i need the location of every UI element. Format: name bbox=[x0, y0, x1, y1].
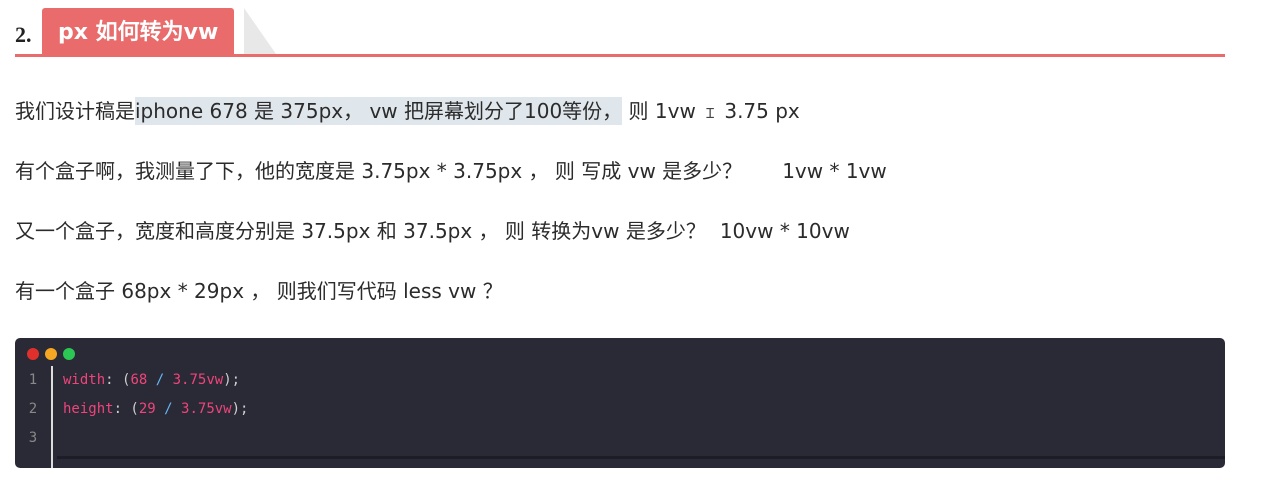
code-punct: : ( bbox=[113, 401, 139, 417]
p1-text-c: 3.75 px bbox=[717, 99, 800, 123]
line-number-gutter: 1 2 3 bbox=[15, 366, 53, 468]
p4-text: 有一个盒子 68px * 29px ， 则我们写代码 less vw ？ bbox=[15, 279, 503, 303]
p1-text-b: 则 1vw bbox=[622, 99, 703, 123]
paragraph-4: 有一个盒子 68px * 29px ， 则我们写代码 less vw ？ bbox=[15, 276, 503, 306]
p3-answer: 10vw * 10vw bbox=[719, 219, 850, 243]
window-controls bbox=[27, 345, 81, 364]
code-number: 29 bbox=[138, 401, 156, 417]
line-number: 2 bbox=[28, 401, 38, 417]
p3-text: 又一个盒子，宽度和高度分别是 37.5px 和 37.5px ， 则 转换为vw… bbox=[15, 219, 706, 243]
code-line-2: height: (29 / 3.75vw); bbox=[63, 395, 248, 424]
paragraph-3: 又一个盒子，宽度和高度分别是 37.5px 和 37.5px ， 则 转换为vw… bbox=[15, 216, 850, 246]
code-punct: : ( bbox=[105, 372, 131, 388]
code-number: 3.75vw bbox=[181, 401, 232, 417]
line-number: 1 bbox=[28, 372, 38, 388]
code-number: 68 bbox=[130, 372, 148, 388]
code-operator: / bbox=[147, 372, 173, 388]
code-line-1: width: (68 / 3.75vw); bbox=[63, 366, 248, 395]
p1-selection-highlight: iphone 678 是 375px， vw 把屏幕划分了100等份， bbox=[135, 97, 623, 125]
section-heading: 2. px 如何转为vw bbox=[15, 8, 1225, 58]
heading-number: 2. bbox=[15, 22, 32, 47]
code-punct: ); bbox=[231, 401, 249, 417]
paragraph-2: 有个盒子啊，我测量了下，他的宽度是 3.75px * 3.75px ， 则 写成… bbox=[15, 156, 887, 186]
heading-title: px 如何转为vw bbox=[42, 8, 235, 54]
line-number: 3 bbox=[28, 430, 38, 446]
maximize-dot-icon bbox=[63, 348, 75, 360]
code-property: height bbox=[63, 401, 114, 417]
heading-underline bbox=[15, 54, 1225, 57]
p1-text-a: 我们设计稿是 bbox=[15, 99, 135, 123]
code-operator: / bbox=[155, 401, 182, 417]
horizontal-scrollbar[interactable] bbox=[57, 456, 1225, 459]
heading-fold-decoration bbox=[244, 8, 276, 54]
paragraph-1: 我们设计稿是iphone 678 是 375px， vw 把屏幕划分了100等份… bbox=[15, 96, 800, 129]
p2-answer: 1vw * 1vw bbox=[782, 159, 887, 183]
code-number: 3.75vw bbox=[172, 372, 224, 388]
code-lines[interactable]: width: (68 / 3.75vw); height: (29 / 3.75… bbox=[63, 366, 248, 453]
code-property: width bbox=[63, 372, 106, 388]
code-block: 1 2 3 width: (68 / 3.75vw); height: (29 … bbox=[15, 338, 1225, 468]
minimize-dot-icon bbox=[45, 348, 57, 360]
text-cursor-icon: Ɪ bbox=[706, 106, 714, 122]
p2-text: 有个盒子啊，我测量了下，他的宽度是 3.75px * 3.75px ， 则 写成… bbox=[15, 159, 743, 183]
code-punct: ); bbox=[223, 372, 241, 388]
close-dot-icon bbox=[27, 348, 39, 360]
